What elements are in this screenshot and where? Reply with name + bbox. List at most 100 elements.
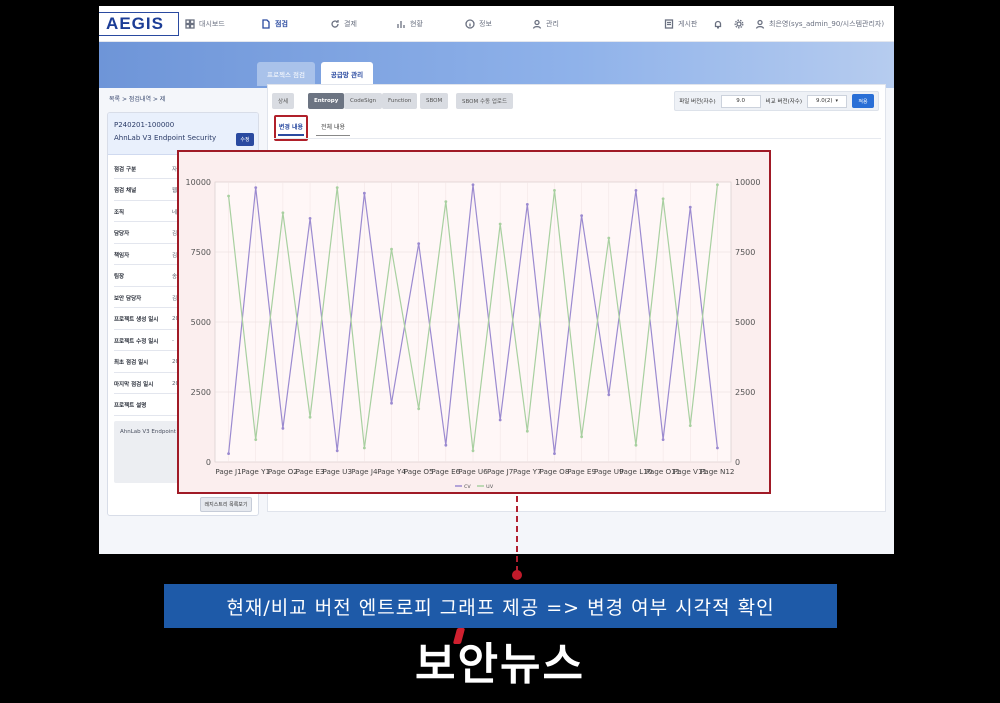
user-label: 최은영(sys_admin_90/시스템관리자) [769,20,885,28]
data-point-uv [553,189,556,192]
aegis-logo[interactable]: AEGIS [99,12,179,36]
field-value: - [172,337,174,344]
data-point-uv [308,415,312,419]
field-key: 보안 담당자 [114,295,142,302]
nav-dashboard-label: 대시보드 [199,20,225,28]
x-tick-label: Page O8 [540,467,570,476]
nav-payment[interactable]: 결제 [330,16,357,32]
top-navigation-bar: AEGIS 대시보드 점검 결제 현황 정보 관리 게시판 최은영(sys_ad… [99,6,894,42]
subtab-codesign[interactable]: CodeSign [344,93,383,109]
nav-board[interactable]: 게시판 [664,16,697,32]
data-point-uv [634,443,638,447]
legend-label-uv: uv [486,483,494,490]
data-point-uv [417,407,421,411]
subtab-detail[interactable]: 상세 [272,93,295,109]
data-point-cv [716,446,719,450]
data-point-uv [471,449,475,453]
user-profile[interactable]: 최은영(sys_admin_90/시스템관리자) [755,16,884,32]
field-key: 담당자 [114,231,130,237]
document-icon [262,19,270,29]
data-point-uv [580,435,584,439]
field-key: 조직 [114,209,125,216]
x-tick-label: Page O5 [404,467,434,476]
nav-inspection[interactable]: 점검 [261,16,288,32]
subtab-function[interactable]: Function [382,93,418,109]
data-point-uv [254,438,258,441]
settings-gear-button[interactable] [734,16,744,32]
data-point-cv [634,189,638,192]
data-point-uv [607,236,611,240]
version-controls: 파일 버전(자수) 9.0 비교 버전(자수) 9.0(2) ▾ 적용 [674,91,879,111]
refresh-icon [331,20,339,28]
caption-banner: 현재/비교 버전 엔트로피 그래프 제공 => 변경 여부 시각적 확인 [164,584,837,628]
y-tick-label-right: 10000 [735,178,760,187]
x-tick-label: Page U3 [322,467,352,476]
nav-status-label: 현황 [410,20,423,28]
data-point-cv [254,186,258,189]
compare-version-label: 비교 버전(자수) [765,99,802,105]
x-tick-label: Page J7 [487,467,513,476]
x-tick-label: Page N12 [700,467,734,476]
tab-all-content[interactable]: 전체 내용 [316,118,350,136]
user-admin-icon [532,19,542,29]
nav-info-label: 정보 [479,20,492,28]
report-list-button[interactable]: 레지스트리 목록보기 [200,497,252,512]
edit-button[interactable]: 수정 [236,133,254,146]
bell-icon [714,20,722,29]
x-tick-label: Page Y7 [513,467,542,476]
x-tick-label: Page J1 [215,467,241,476]
data-point-uv [281,211,285,215]
data-point-cv [580,214,584,217]
subtab-sbom[interactable]: SBOM [420,93,449,109]
project-id: P240201-100000 [114,121,175,129]
screenshot-stage: AEGIS 대시보드 점검 결제 현황 정보 관리 게시판 최은영(sys_ad… [0,0,1000,703]
brand-watermark: 보안뉴스 [415,639,585,690]
data-point-uv [498,222,502,226]
notification-bell-icon[interactable] [713,16,723,32]
data-point-cv [525,203,529,206]
tab-supply-chain[interactable]: 공급망 관리 [321,62,373,86]
x-tick-label: Page U6 [458,467,488,476]
data-point-cv [227,452,230,455]
tab-project-inspection[interactable]: 프로젝스 점검 [257,62,315,86]
y-tick-label-right: 2500 [735,388,755,397]
subtab-entropy[interactable]: Entropy [308,93,345,109]
data-point-cv [688,205,692,209]
data-point-cv [335,449,339,453]
data-point-uv [716,183,719,187]
nav-info[interactable]: 정보 [465,16,492,32]
tab-divider [274,138,881,139]
nav-board-label: 게시판 [678,20,698,28]
nav-admin[interactable]: 관리 [532,16,559,32]
nav-admin-label: 관리 [546,20,559,28]
x-tick-label: Page O2 [268,467,298,476]
callout-line [516,496,518,572]
entropy-chart-highlight: 0 0 2500 2500 5000 5000 7500 7500 10000 10000 Page… [177,150,771,494]
y-tick-label-left: 7500 [191,248,211,257]
legend-label-cv: cv [464,483,471,490]
tab-changed-content[interactable]: 변경 내용 [278,118,304,136]
field-key: 프로젝트 설명 [114,403,147,409]
file-version-label: 파일 버전(자수) [679,99,716,105]
data-point-cv [281,427,285,430]
subtab-sbom-upload[interactable]: SBOM 수동 업로드 [456,93,514,109]
compare-version-select[interactable]: 9.0(2) ▾ [807,94,847,108]
x-tick-label: Page E3 [296,467,325,476]
file-version-input[interactable]: 9.0 [720,94,761,108]
x-tick-label: Page Y4 [377,467,406,476]
breadcrumb[interactable]: 목록 > 점검내역 > 제 [109,94,165,103]
nav-status[interactable]: 현황 [396,16,423,32]
field-key: 최초 점검 일시 [114,360,149,366]
y-tick-label-right: 5000 [735,318,755,327]
apply-button[interactable]: 적용 [852,94,874,108]
bar-chart-icon [397,21,405,28]
x-tick-label: Page J4 [351,467,378,476]
field-key: 프로젝트 수정 일시 [114,338,159,345]
nav-dashboard[interactable]: 대시보드 [185,16,225,32]
data-point-uv [335,186,339,189]
field-key: 책임자 [114,252,130,259]
info-icon [465,19,475,29]
project-header: P240201-100000 AhnLab V3 Endpoint Securi… [108,113,258,155]
field-key: 마지막 점검 일시 [114,381,154,388]
callout-dot [512,570,522,580]
